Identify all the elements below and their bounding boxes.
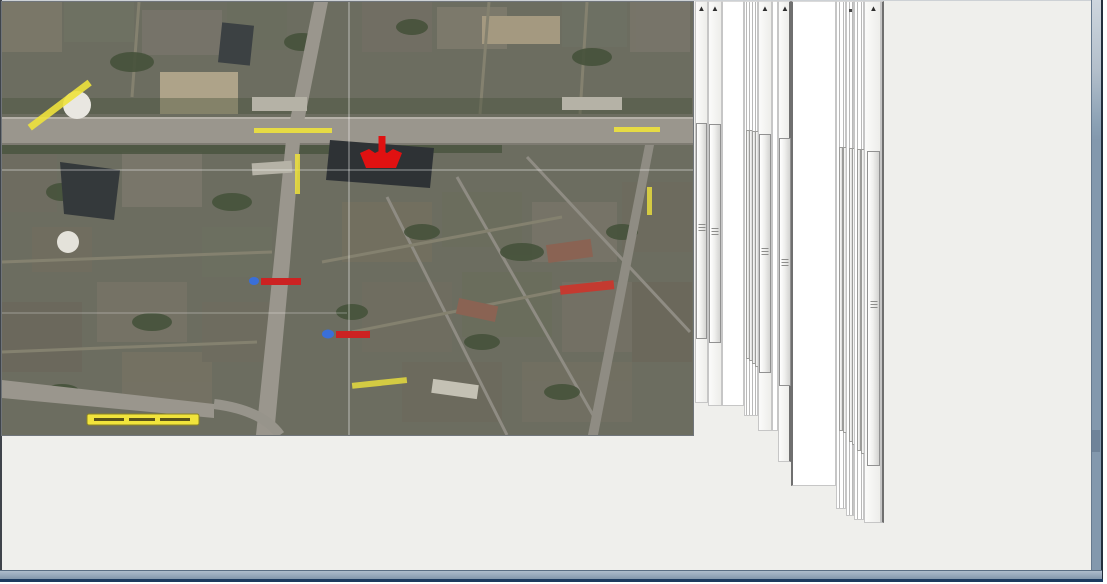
construction-site [482,16,560,44]
scrollbar-grip-icon [698,224,705,233]
scrollbar-grip-icon [781,259,789,268]
panel-strip [836,1,847,509]
scrollbar-grip-icon [711,228,719,237]
panel-strip: ▲ [695,1,708,403]
scrollbar-thumb[interactable] [759,134,771,373]
panel-strip [881,1,884,523]
window-border-top [0,0,1102,1]
scrollbar-grip-icon [870,301,877,310]
application-window: ▲ ▲ ▲ ▲ ▲ [0,0,1107,584]
scrollbar-grip-icon [761,248,769,257]
window-border-right-shade [1092,430,1100,452]
panel-strip [854,1,865,520]
scrollbar-thumb[interactable] [709,124,721,343]
window-frame-bottom-edge [0,579,1103,582]
metro-station-icon [322,329,334,339]
panel-strip: ▲ [778,1,791,462]
scrollbar-thumb[interactable] [696,123,707,339]
panel-strip [744,1,759,416]
scroll-up-arrow-icon[interactable]: ▲ [779,4,791,14]
scrollbar-thumb[interactable] [867,151,880,466]
scrollbar-thumb[interactable] [779,138,791,386]
degenerate-arrow-dot [849,9,852,12]
scroll-up-arrow-icon[interactable]: ▲ [759,4,771,14]
scroll-up-arrow-icon[interactable]: ▲ [709,4,721,14]
panel-strip [722,1,744,406]
dome-building [57,231,79,253]
panel-strip [846,1,856,516]
scroll-up-arrow-icon[interactable]: ▲ [696,4,707,14]
scroll-up-arrow-icon[interactable]: ▲ [867,4,880,14]
panel-strip: ▲ [864,1,881,523]
panel-strip: ▲ [758,1,772,431]
window-border-right [1091,0,1103,579]
panel-strip: ▲ [708,1,722,406]
metro-station-icon [249,277,259,285]
street-banner [86,413,200,426]
panel-strip [791,1,836,486]
garden-ring-road [2,117,693,145]
satellite-map[interactable] [1,1,694,436]
